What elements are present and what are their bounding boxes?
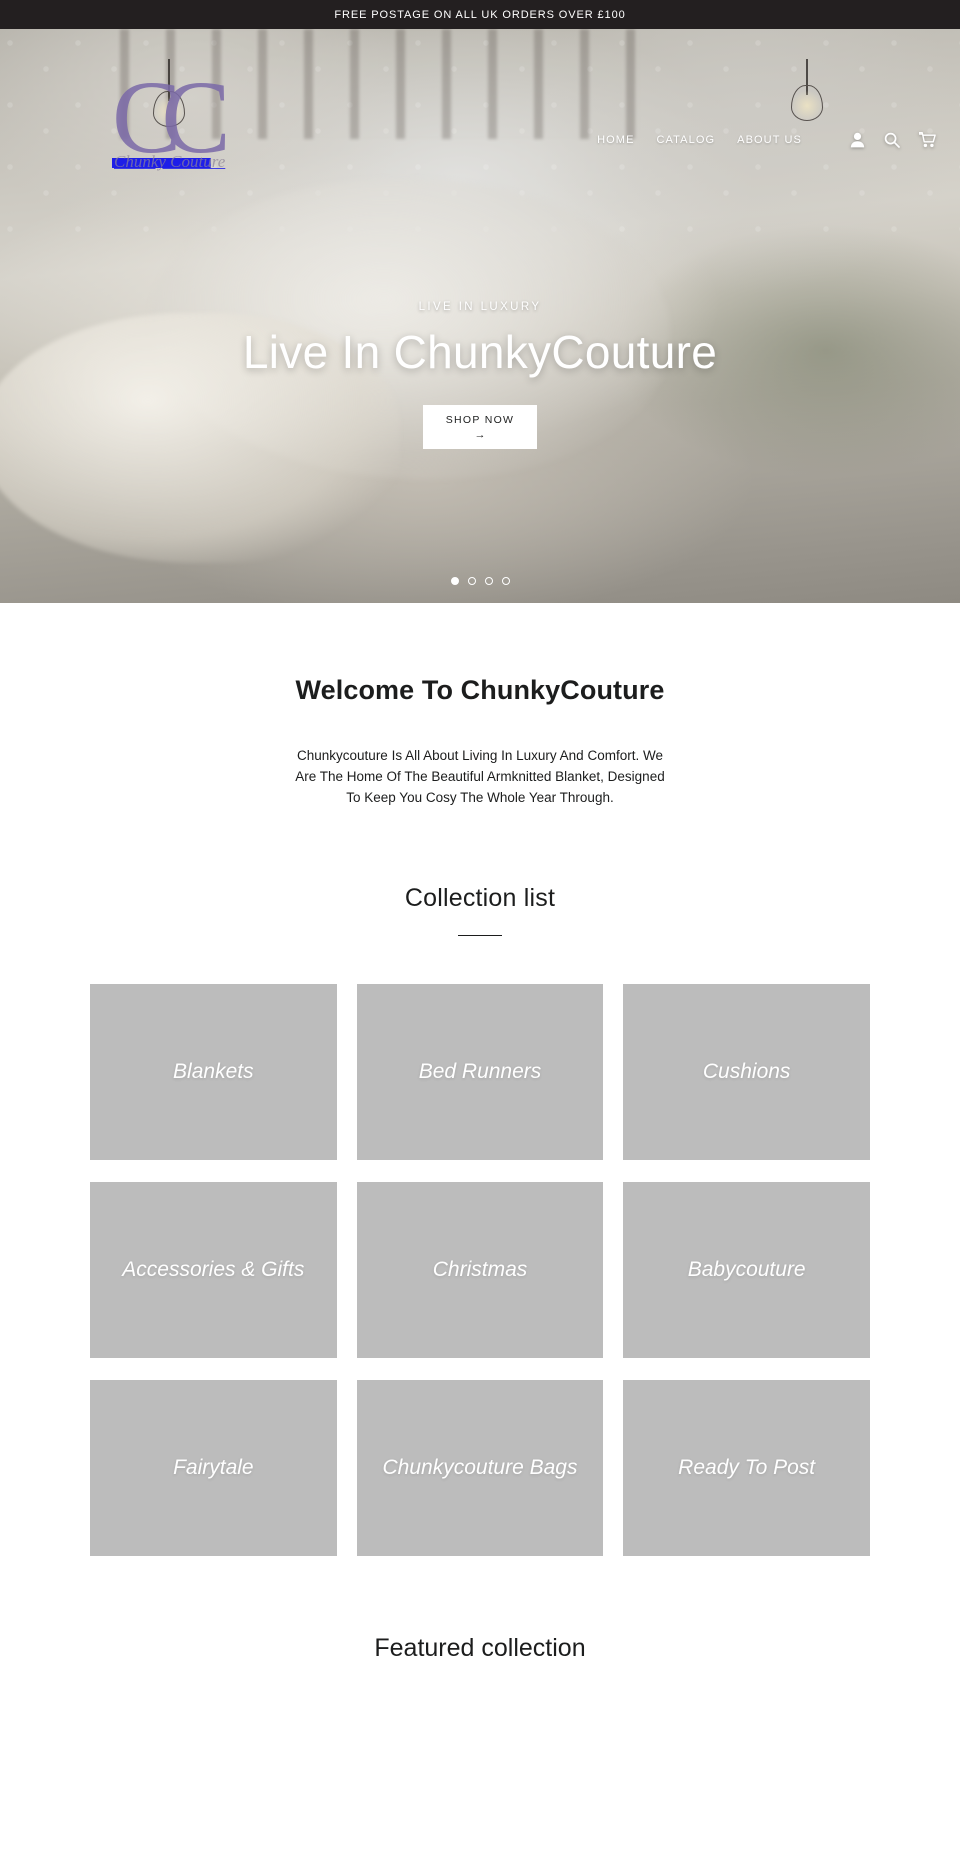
collection-title: Chunkycouture Bags [382,1456,578,1480]
carousel-dot-3[interactable] [484,577,493,585]
welcome-section: Welcome To ChunkyCouture Chunkycouture I… [0,603,960,809]
featured-collection-section: Featured collection [0,1556,960,1689]
welcome-body-text: Chunkycouture Is All About Living In Lux… [295,748,665,805]
carousel-dot-4[interactable] [501,577,510,585]
arrow-right-icon: → [474,428,486,441]
collection-grid: Blankets Bed Runners Cushions Accessorie… [0,936,960,1556]
header-icon-group [848,131,936,149]
collection-card-bed-runners[interactable]: Bed Runners [356,983,604,1160]
shop-now-button[interactable]: SHOP NOW → [423,404,537,449]
hero-content: LIVE IN LUXURY Live In ChunkyCouture SHO… [0,301,960,449]
collection-title: Fairytale [173,1456,254,1480]
collection-title: Babycouture [687,1258,806,1282]
search-icon[interactable] [883,131,901,149]
nav-item-about-us[interactable]: ABOUT US [737,134,802,146]
collection-title: Ready To Post [678,1456,816,1480]
nav-item-catalog[interactable]: CATALOG [657,134,716,146]
collection-list-heading: Collection list [404,883,556,912]
account-icon[interactable] [848,131,866,149]
welcome-heading: Welcome To ChunkyCouture [295,675,665,705]
collection-card-ready-to-post[interactable]: Ready To Post [623,1379,870,1556]
collection-card-fairytale[interactable]: Fairytale [90,1379,337,1556]
collection-card-blankets[interactable]: Blankets [90,983,337,1160]
collection-list-section: Collection list Blankets Bed Runners Cus… [0,809,960,1556]
collection-title: Cushions [702,1060,791,1084]
hero-heading: Live In ChunkyCouture [242,326,718,378]
announcement-bar: FREE POSTAGE ON ALL UK ORDERS OVER £100 [0,0,960,29]
site-header: HOME CATALOG ABOUT US [0,29,960,161]
nav-item-home[interactable]: HOME [597,134,634,146]
collection-card-christmas[interactable]: Christmas [356,1181,604,1358]
collection-title: Christmas [432,1258,528,1282]
collection-title: Accessories & Gifts [122,1258,305,1282]
shop-now-label: SHOP NOW [445,413,515,426]
cart-icon[interactable] [918,131,936,149]
collection-title: Bed Runners [418,1060,542,1084]
main-navigation: HOME CATALOG ABOUT US [597,131,936,149]
collection-card-accessories-gifts[interactable]: Accessories & Gifts [90,1181,337,1358]
announcement-text: FREE POSTAGE ON ALL UK ORDERS OVER £100 [334,8,626,21]
hero-eyebrow: LIVE IN LUXURY [418,301,542,313]
collection-title: Blankets [173,1060,254,1084]
hero-slideshow: CC Chunky Couture HOME CATALOG ABOUT US [0,29,960,603]
carousel-pagination [0,577,960,585]
featured-collection-heading: Featured collection [374,1633,586,1662]
collection-card-cushions[interactable]: Cushions [623,983,870,1160]
carousel-dot-1[interactable] [450,577,459,585]
collection-card-chunkycouture-bags[interactable]: Chunkycouture Bags [356,1379,604,1556]
collection-card-babycouture[interactable]: Babycouture [623,1181,870,1358]
carousel-dot-2[interactable] [467,577,476,585]
